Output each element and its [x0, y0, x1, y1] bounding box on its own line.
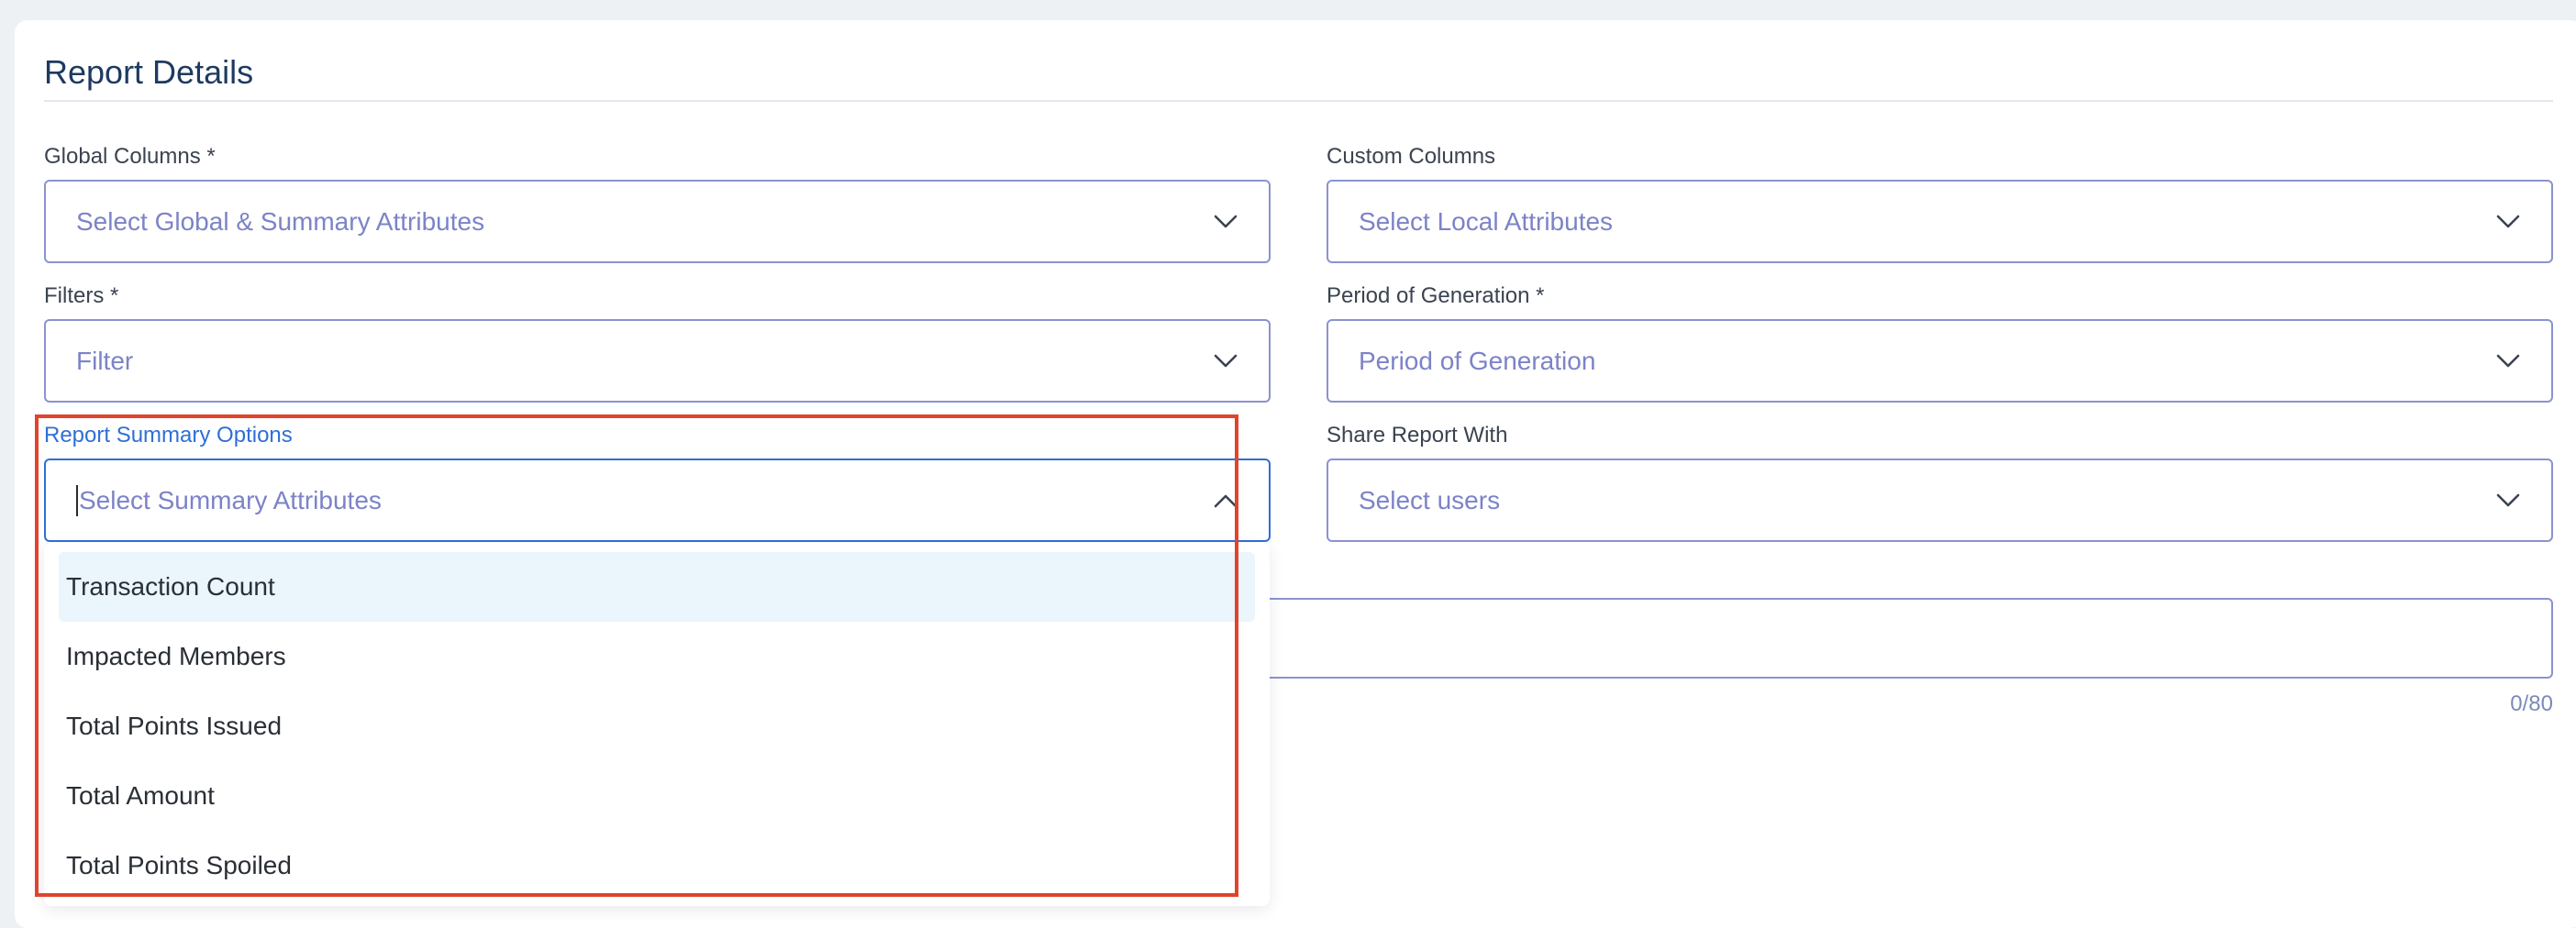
option-total-points-spoiled[interactable]: Total Points Spoiled	[59, 831, 1255, 900]
global-columns-label: Global Columns *	[44, 144, 216, 169]
option-transaction-count[interactable]: Transaction Count	[59, 552, 1255, 622]
filters-select[interactable]: Filter	[44, 319, 1271, 403]
chevron-down-icon	[2496, 215, 2520, 227]
period-select[interactable]: Period of Generation	[1327, 319, 2553, 403]
chevron-down-icon	[2496, 354, 2520, 367]
custom-columns-select[interactable]: Select Local Attributes	[1327, 180, 2553, 263]
option-total-points-issued[interactable]: Total Points Issued	[59, 691, 1255, 761]
filters-placeholder: Filter	[76, 346, 134, 375]
section-divider	[44, 100, 2553, 102]
option-total-amount[interactable]: Total Amount	[59, 761, 1255, 831]
section-title: Report Details	[44, 53, 254, 91]
text-caret	[76, 484, 78, 516]
chevron-down-icon	[1214, 354, 1238, 367]
custom-columns-placeholder: Select Local Attributes	[1359, 206, 1614, 236]
option-impacted-members[interactable]: Impacted Members	[59, 622, 1255, 691]
period-label: Period of Generation *	[1327, 283, 1545, 308]
chevron-down-icon	[2496, 493, 2520, 506]
custom-columns-label: Custom Columns	[1327, 144, 1496, 169]
summary-options-select[interactable]: Select Summary Attributes	[44, 458, 1271, 542]
global-columns-select[interactable]: Select Global & Summary Attributes	[44, 180, 1271, 263]
filters-label: Filters *	[44, 283, 119, 308]
summary-options-dropdown: Transaction Count Impacted Members Total…	[44, 543, 1270, 906]
character-counter: 0/80	[2510, 691, 2553, 716]
period-placeholder: Period of Generation	[1359, 346, 1596, 375]
chevron-down-icon	[1214, 215, 1238, 227]
share-with-placeholder: Select users	[1359, 485, 1501, 514]
share-with-select[interactable]: Select users	[1327, 458, 2553, 542]
chevron-up-icon	[1214, 494, 1238, 507]
global-columns-placeholder: Select Global & Summary Attributes	[76, 206, 485, 236]
summary-options-label: Report Summary Options	[44, 423, 293, 447]
share-with-label: Share Report With	[1327, 423, 1508, 447]
summary-options-placeholder: Select Summary Attributes	[79, 485, 382, 514]
